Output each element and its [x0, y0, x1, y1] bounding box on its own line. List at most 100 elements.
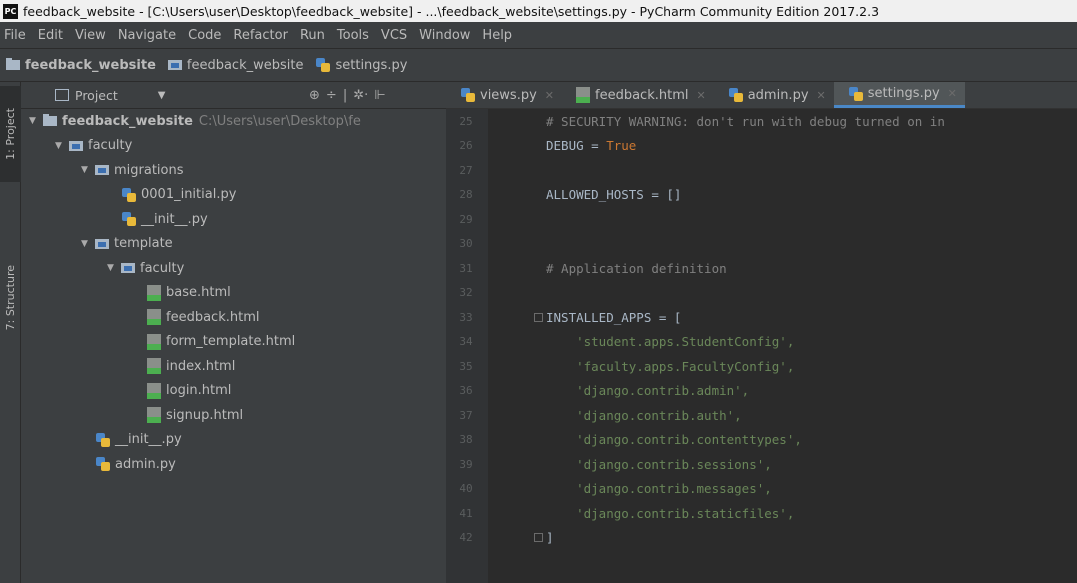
menu-bar: File Edit View Navigate Code Refactor Ru…	[0, 22, 1077, 48]
tab-structure-tool[interactable]: 7: Structure	[0, 250, 21, 346]
breadcrumb: feedback_website feedback_website settin…	[0, 48, 1077, 82]
breadcrumb-module-label: feedback_website	[186, 57, 304, 73]
fold-marker-icon[interactable]	[534, 312, 543, 322]
breadcrumb-project[interactable]: feedback_website	[6, 58, 156, 73]
menu-navigate[interactable]: Navigate	[112, 28, 182, 43]
chevron-down-icon[interactable]: ▼	[158, 90, 166, 101]
tree-item[interactable]: signup.html	[21, 403, 446, 428]
code-line: 35 'faculty.apps.FacultyConfig',	[446, 354, 1077, 379]
code-line: 30	[446, 232, 1077, 257]
editor-tab[interactable]: views.py ✕	[446, 82, 562, 108]
line-number: 26	[459, 139, 473, 153]
code-text: ALLOWED_HOSTS = []	[546, 187, 681, 202]
tree-item-label: __init__.py	[141, 211, 208, 227]
tree-item[interactable]: ▼ template	[21, 232, 446, 257]
tree-item[interactable]: 0001_initial.py	[21, 183, 446, 208]
tab-project-tool[interactable]: 1: Project	[0, 86, 21, 182]
tree-item[interactable]: ▼ faculty	[21, 256, 446, 281]
editor-tab[interactable]: admin.py ✕	[714, 82, 834, 108]
code-line: 32	[446, 281, 1077, 306]
tree-item-label: admin.py	[115, 456, 176, 472]
tree-item[interactable]: ▼ feedback_website C:\Users\user\Desktop\f…	[21, 109, 446, 134]
expand-arrow-icon[interactable]: ▼	[55, 141, 69, 151]
fold-marker-icon[interactable]	[534, 533, 543, 543]
menu-window[interactable]: Window	[413, 28, 476, 43]
code-line: 40 'django.contrib.messages',	[446, 477, 1077, 502]
menu-view[interactable]: View	[69, 28, 112, 43]
tree-item-label: base.html	[166, 285, 231, 301]
tree-item-label: 0001_initial.py	[141, 187, 237, 203]
title-bar: PC feedback_website - [C:\Users\user\Des…	[0, 0, 1077, 22]
editor-tab-label: views.py	[480, 87, 537, 103]
tree-item[interactable]: ▼ faculty	[21, 134, 446, 159]
editor-scrollbar[interactable]	[1071, 109, 1077, 583]
code-keyword: True	[606, 138, 637, 154]
line-number: 29	[459, 212, 473, 226]
tree-item[interactable]: login.html	[21, 379, 446, 404]
line-number: 41	[459, 506, 473, 520]
tree-item[interactable]: form_template.html	[21, 330, 446, 355]
tree-item[interactable]: feedback.html	[21, 305, 446, 330]
close-icon[interactable]: ✕	[545, 89, 554, 102]
module-folder-icon	[69, 140, 83, 151]
menu-help[interactable]: Help	[476, 28, 518, 43]
menu-refactor[interactable]: Refactor	[227, 28, 294, 43]
hide-panel-icon[interactable]: ⊩	[374, 88, 385, 103]
html-file-icon	[147, 309, 161, 326]
menu-tools[interactable]: Tools	[331, 28, 375, 43]
code-line: 36 'django.contrib.admin',	[446, 379, 1077, 404]
expand-arrow-icon[interactable]: ▼	[81, 239, 95, 249]
expand-arrow-icon[interactable]: ▼	[81, 165, 95, 175]
module-folder-icon	[95, 165, 109, 176]
breadcrumb-module[interactable]: feedback_website	[167, 57, 304, 73]
line-number: 32	[459, 286, 473, 300]
code-line: 42]	[446, 526, 1077, 551]
breadcrumb-file-label: settings.py	[335, 57, 408, 73]
scroll-from-source-icon[interactable]: ⊕	[309, 88, 320, 103]
line-number: 39	[459, 457, 473, 471]
panel-toolbar: ⊕ ÷ | ✲· ⊩	[309, 82, 386, 109]
code-area[interactable]: 25 # SECURITY WARNING: don't run with deb…	[446, 109, 1077, 583]
close-icon[interactable]: ✕	[817, 89, 826, 102]
tree-item-label: feedback_website	[62, 113, 193, 129]
menu-run[interactable]: Run	[294, 28, 331, 43]
python-file-icon	[121, 187, 137, 203]
breadcrumb-file[interactable]: settings.py	[315, 57, 407, 73]
project-panel-title[interactable]: Project	[75, 88, 118, 103]
gear-icon[interactable]: ✲·	[353, 88, 368, 103]
editor-tab[interactable]: settings.py ✕	[833, 82, 965, 108]
tree-item[interactable]: __init__.py	[21, 428, 446, 453]
editor-tab[interactable]: feedback.html ✕	[562, 82, 714, 108]
menu-vcs[interactable]: VCS	[375, 28, 413, 43]
code-line: 38 'django.contrib.contenttypes',	[446, 428, 1077, 453]
tree-item-label: template	[114, 236, 173, 252]
tree-item-label: form_template.html	[166, 334, 296, 350]
code-text: 'faculty.apps.FacultyConfig',	[546, 359, 794, 374]
tree-item[interactable]: __init__.py	[21, 207, 446, 232]
expand-arrow-icon[interactable]: ▼	[107, 263, 121, 273]
tree-item[interactable]: admin.py	[21, 452, 446, 477]
tree-item[interactable]: ▼ migrations	[21, 158, 446, 183]
python-file-icon	[121, 211, 137, 227]
expand-arrow-icon[interactable]: ▼	[29, 116, 43, 126]
project-panel: Project ▼ ⊕ ÷ | ✲· ⊩ ▼ feedback_website C:…	[21, 82, 446, 583]
close-icon[interactable]: ✕	[948, 87, 957, 100]
code-text-main: INSTALLED_APPS = [	[546, 309, 682, 325]
close-icon[interactable]: ✕	[696, 89, 705, 102]
tree-item[interactable]: base.html	[21, 281, 446, 306]
collapse-all-icon[interactable]: ÷	[326, 88, 337, 103]
editor-tab-bar: views.py ✕ feedback.html ✕ admin.py ✕ settings…	[446, 82, 1077, 109]
line-number: 40	[459, 482, 473, 496]
tree-item-label: signup.html	[166, 407, 244, 423]
line-number: 25	[459, 114, 473, 128]
code-line: 31 # Application definition	[446, 256, 1077, 281]
pycharm-logo-icon: PC	[3, 3, 18, 19]
toolbar-separator: |	[342, 88, 348, 103]
line-number: 36	[459, 384, 473, 398]
menu-edit[interactable]: Edit	[32, 28, 69, 43]
line-number: 30	[459, 237, 473, 251]
tree-item-label: index.html	[166, 358, 236, 374]
menu-file[interactable]: File	[0, 28, 32, 43]
menu-code[interactable]: Code	[182, 28, 227, 43]
tree-item[interactable]: index.html	[21, 354, 446, 379]
